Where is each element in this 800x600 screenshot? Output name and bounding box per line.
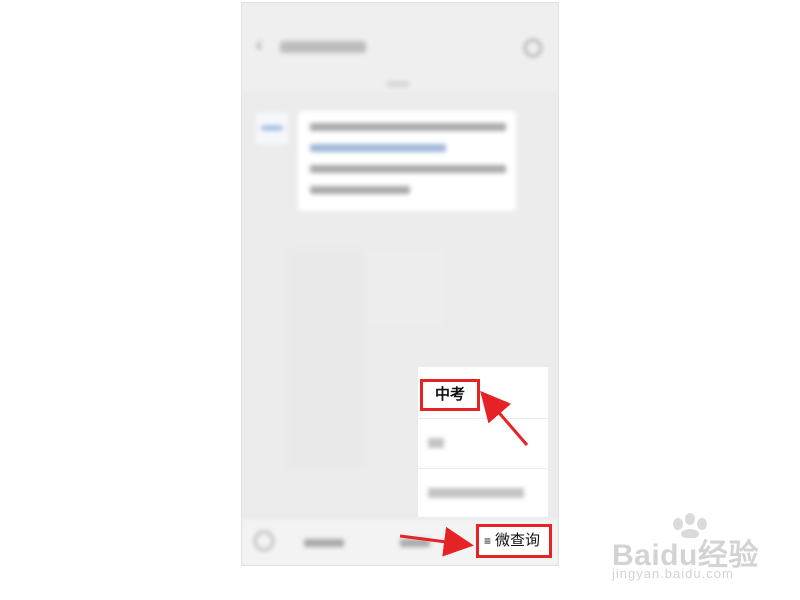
weichaxun-menu-button[interactable]: ≡ 微查询: [476, 524, 552, 558]
menu-divider: [418, 418, 548, 419]
baidu-watermark: Baidu经验 jingyan.baidu.com: [612, 512, 792, 588]
message-link-line[interactable]: [310, 144, 446, 152]
message-line: [310, 123, 506, 131]
menu-button-label: 微查询: [495, 532, 541, 549]
chat-title: [280, 41, 366, 53]
background-panel: [286, 249, 366, 469]
message-bubble: [298, 111, 516, 211]
submenu-item-2[interactable]: [428, 438, 444, 448]
profile-icon[interactable]: [524, 39, 542, 57]
menu-divider: [418, 468, 548, 469]
chat-header: ‹: [242, 3, 558, 91]
timestamp-pill: [386, 81, 410, 87]
message-line: [310, 165, 506, 173]
back-arrow-icon[interactable]: ‹: [256, 35, 268, 55]
background-panel: [366, 249, 446, 325]
submenu-item-3[interactable]: [428, 488, 524, 498]
bottom-menu-item[interactable]: [304, 539, 344, 547]
phone-screenshot: ‹ 中考 ≡ 微查询: [241, 2, 559, 566]
keyboard-icon[interactable]: [254, 531, 274, 551]
watermark-url: jingyan.baidu.com: [612, 566, 734, 581]
account-avatar[interactable]: [256, 113, 288, 145]
message-line: [310, 186, 410, 194]
submenu-popup: 中考: [418, 367, 548, 517]
bottom-menu-item[interactable]: [400, 539, 430, 547]
hamburger-icon: ≡: [484, 534, 492, 548]
submenu-item-zhongkao[interactable]: 中考: [420, 379, 480, 411]
